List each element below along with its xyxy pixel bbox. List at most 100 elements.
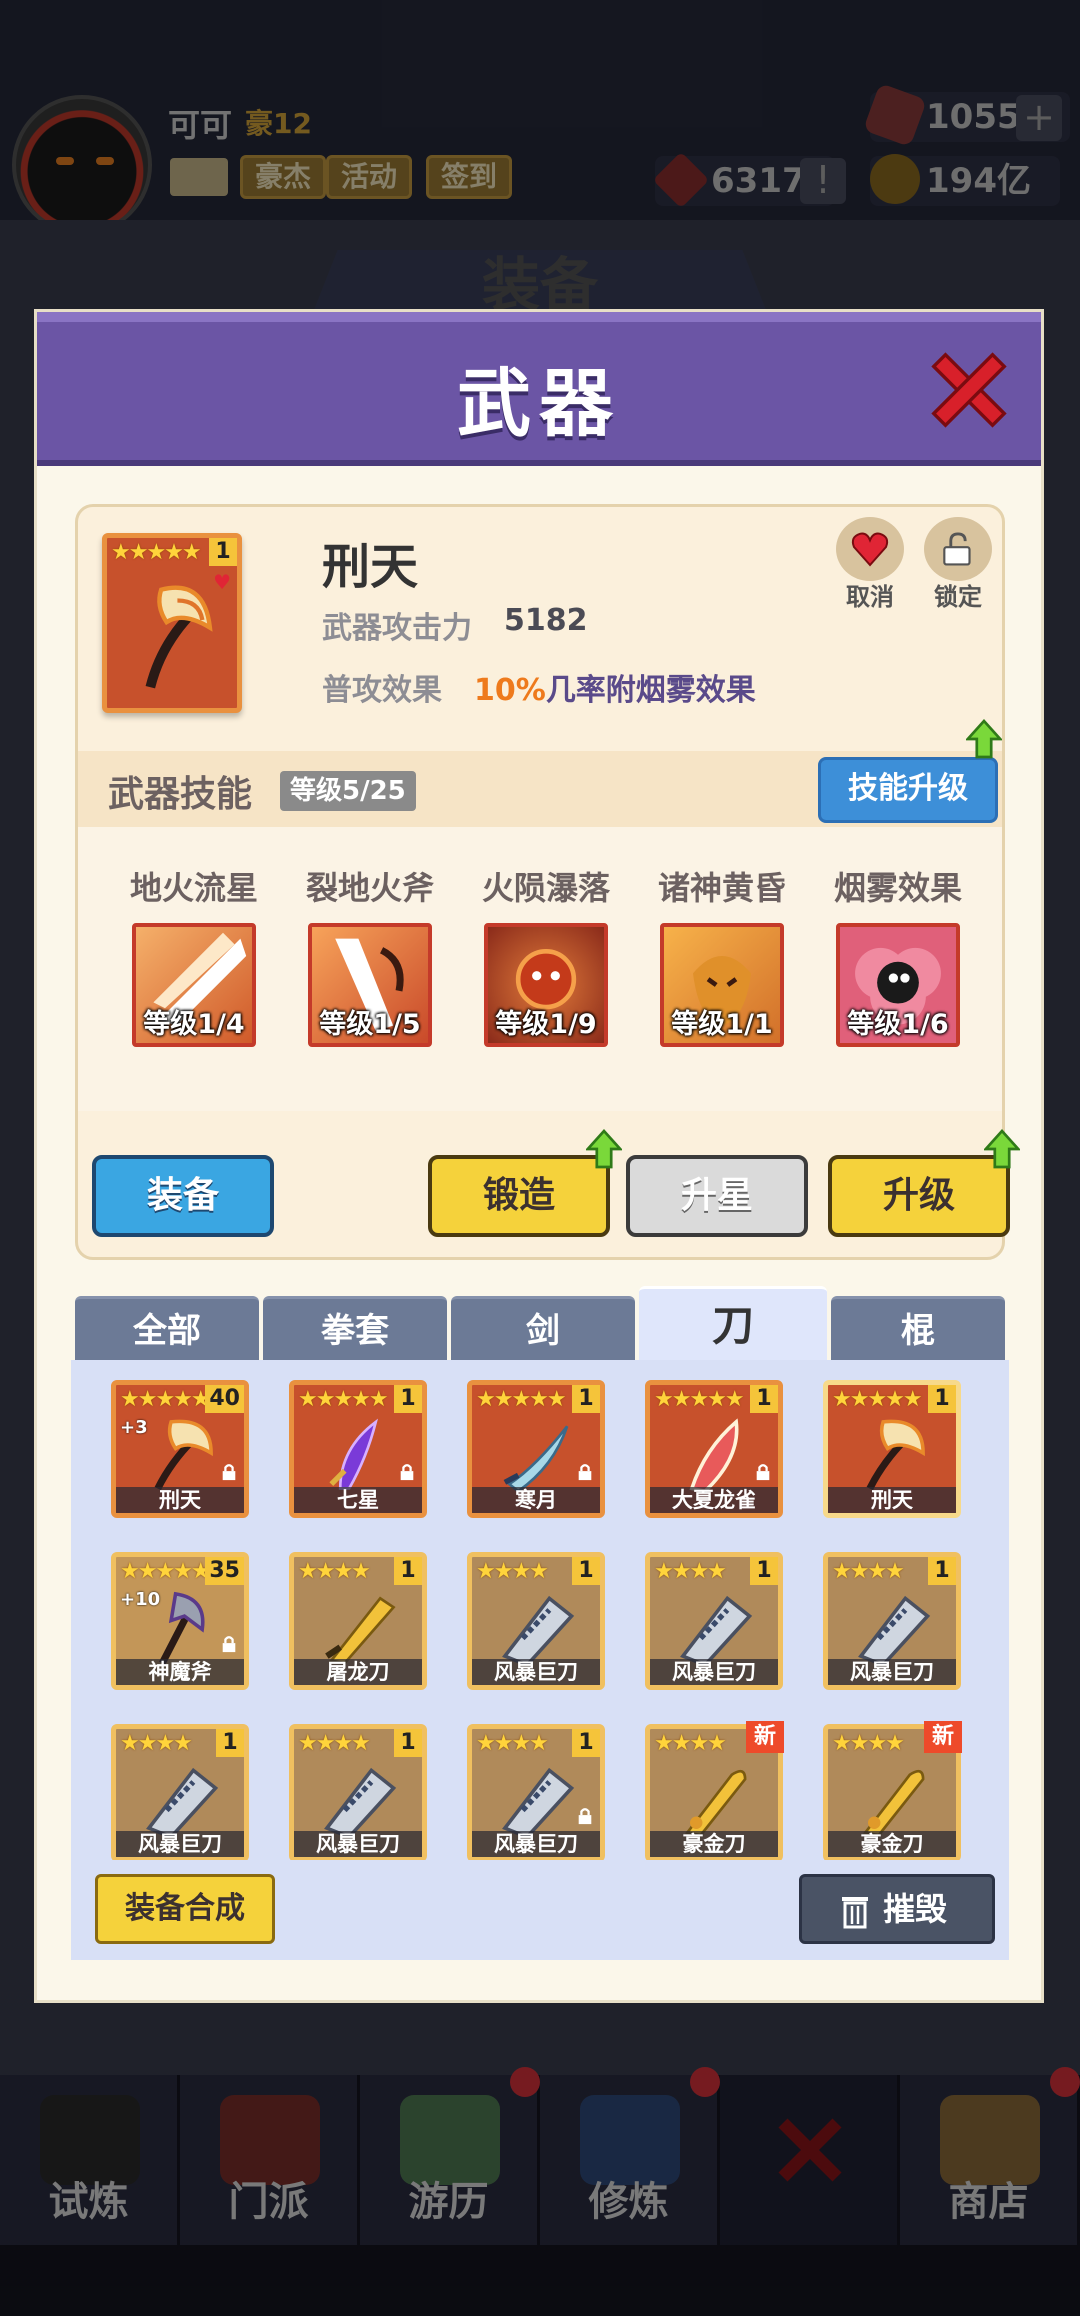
- hero-button[interactable]: 豪杰: [240, 155, 327, 199]
- gem-value: 1055: [926, 97, 1021, 137]
- item-stars: ★★★★★: [654, 1387, 745, 1412]
- new-badge: 新: [923, 1721, 962, 1753]
- tab-gloves[interactable]: 拳套: [263, 1296, 447, 1360]
- star-up-button[interactable]: 升星: [626, 1155, 808, 1237]
- inventory-item[interactable]: ★★★★★ 35 +10 神魔斧: [111, 1552, 249, 1690]
- inventory-item[interactable]: ★★★★ 1 风暴巨刀: [467, 1552, 605, 1690]
- skill-name: 火陨瀑落: [481, 869, 610, 907]
- nav-tab-sect[interactable]: 门派: [180, 2075, 360, 2245]
- item-stars: ★★★★: [654, 1559, 727, 1584]
- storm-blade-icon: [680, 1595, 753, 1665]
- lock-icon: [222, 1636, 236, 1653]
- lock-icon: [578, 1464, 592, 1481]
- effect-label: 普攻效果: [322, 673, 442, 708]
- inventory-item[interactable]: ★★★★★ 1 大夏龙雀: [645, 1380, 783, 1518]
- new-badge: 新: [745, 1721, 784, 1753]
- add-gems-button[interactable]: +: [1016, 95, 1062, 141]
- item-stars: ★★★★★: [476, 1387, 567, 1412]
- nav-tab-label: 商店: [948, 2179, 1029, 2225]
- token-value: 6317: [711, 161, 806, 201]
- equipment-screen-title: 装备: [310, 250, 770, 320]
- dragon-slayer-blade-icon: [325, 1596, 396, 1665]
- weapon-modal: 武器 ★★★★★ 1 ♥ 刑天 武器攻击力 5182 普攻效果 10%几率附烟雾…: [37, 312, 1041, 2000]
- nav-tab-cultivate[interactable]: 修炼: [540, 2067, 720, 2245]
- axe-icon: [866, 1419, 925, 1491]
- ice-blade-icon: [503, 1425, 569, 1493]
- inventory-item[interactable]: ★★★★ 新 豪金刀: [645, 1721, 784, 1860]
- item-count: 1: [928, 1557, 956, 1585]
- trash-icon: [842, 1897, 868, 1929]
- inventory-item[interactable]: ★★★★ 新 豪金刀: [823, 1721, 962, 1860]
- inventory-item[interactable]: ★★★★ 1 风暴巨刀: [823, 1552, 961, 1690]
- item-name: 风暴巨刀: [650, 1659, 778, 1685]
- player-name: 可可: [168, 106, 233, 144]
- demon-axe-icon: [159, 1591, 205, 1665]
- lightning-blade-icon: [329, 1418, 378, 1490]
- inventory-item[interactable]: ★★★★★ 1 寒月: [467, 1380, 605, 1518]
- skill-level: 等级1/5: [319, 1009, 421, 1040]
- player-avatar[interactable]: [12, 95, 152, 235]
- equip-button[interactable]: 装备: [92, 1155, 274, 1237]
- skill-level: 等级1/6: [847, 1009, 949, 1040]
- inventory-item[interactable]: ★★★★ 1 风暴巨刀: [645, 1552, 783, 1690]
- tab-sword[interactable]: 剑: [451, 1296, 635, 1360]
- lock-icon: [756, 1464, 770, 1481]
- unfavorite-button[interactable]: [836, 517, 904, 581]
- signin-button[interactable]: 签到: [426, 155, 513, 199]
- tab-blade[interactable]: 刀: [639, 1286, 827, 1360]
- system-bar: [0, 2245, 1080, 2316]
- notification-dot: [510, 2067, 540, 2097]
- mail-icon[interactable]: [170, 158, 228, 196]
- item-name: 刑天: [828, 1487, 956, 1513]
- inventory-item[interactable]: ★★★★ 1 风暴巨刀: [289, 1724, 427, 1860]
- item-count: 40: [205, 1385, 244, 1413]
- item-name: 风暴巨刀: [294, 1831, 422, 1857]
- item-name: 风暴巨刀: [828, 1659, 956, 1685]
- tab-all[interactable]: 全部: [75, 1296, 259, 1360]
- weapon-name: 刑天: [322, 539, 419, 595]
- item-name: 豪金刀: [650, 1831, 778, 1857]
- forge-button[interactable]: 锻造: [428, 1155, 610, 1237]
- item-name: 大夏龙雀: [650, 1487, 778, 1513]
- nav-tab-label: 门派: [228, 2179, 309, 2225]
- tab-staff[interactable]: 棍: [831, 1296, 1005, 1360]
- item-count: 1: [394, 1557, 422, 1585]
- nav-tab-equipment-active[interactable]: [720, 2075, 900, 2245]
- attack-value: 5182: [504, 603, 588, 638]
- item-count: 1: [394, 1729, 422, 1757]
- inventory-item[interactable]: ★★★★ 1 屠龙刀: [289, 1552, 427, 1690]
- storm-blade-icon: [146, 1767, 219, 1837]
- nav-tab-shop[interactable]: 商店: [900, 2067, 1080, 2245]
- token-alert-button[interactable]: !: [800, 158, 846, 204]
- nav-tab-label: 试炼: [48, 2179, 129, 2225]
- effect-value: 10%几率附烟雾效果: [474, 665, 756, 709]
- skill-upgrade-button[interactable]: 技能升级: [818, 757, 998, 823]
- crossed-swords-icon: [778, 2118, 842, 2182]
- equipment-synthesis-button[interactable]: 装备合成: [95, 1874, 275, 1944]
- ground-axe-skill-icon: 等级1/5: [308, 923, 432, 1047]
- close-icon[interactable]: [927, 348, 1011, 432]
- activity-button[interactable]: 活动: [326, 155, 413, 199]
- fire-fall-skill-icon: 等级1/9: [484, 923, 608, 1047]
- modal-header: 武器: [37, 312, 1041, 466]
- inventory-item[interactable]: ★★★★★ 40 +3 刑天: [111, 1380, 249, 1518]
- lock-button[interactable]: [924, 517, 992, 581]
- inventory-item[interactable]: ★★★★★ 1 七星: [289, 1380, 427, 1518]
- lock-icon: [400, 1464, 414, 1481]
- nav-tab-travel[interactable]: 游历: [360, 2067, 540, 2245]
- inventory-item[interactable]: ★★★★ 1 风暴巨刀: [111, 1724, 249, 1860]
- skill-name: 烟雾效果: [833, 869, 962, 907]
- nav-tab-trial[interactable]: 试炼: [0, 2075, 180, 2245]
- destroy-button[interactable]: 摧毁: [799, 1874, 995, 1944]
- upgrade-available-arrow-icon: [966, 719, 1002, 759]
- inventory-item-selected[interactable]: ★★★★★ 1 刑天: [823, 1380, 961, 1518]
- item-count: 1: [394, 1385, 422, 1413]
- upgrade-button[interactable]: 升级: [828, 1155, 1010, 1237]
- unfavorite-label: 取消: [846, 583, 894, 611]
- dragon-blade-icon: [689, 1418, 739, 1493]
- axe-weapon-icon: [145, 585, 213, 689]
- twilight-skill-icon: 等级1/1: [660, 923, 784, 1047]
- modal-title: 武器: [457, 361, 621, 447]
- item-count: 1: [216, 1729, 244, 1757]
- inventory-item[interactable]: ★★★★ 1 风暴巨刀: [467, 1724, 605, 1860]
